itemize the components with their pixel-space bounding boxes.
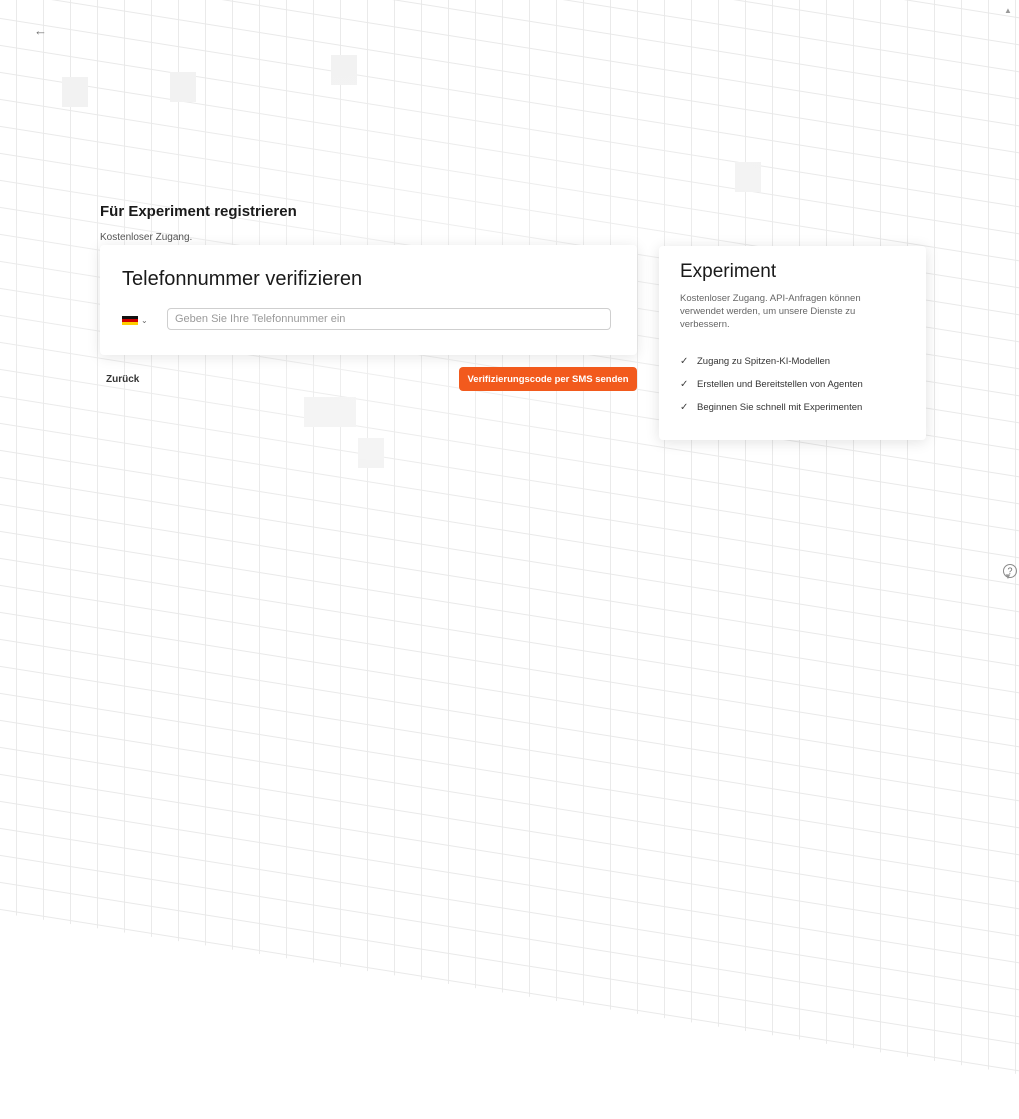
check-icon: ✓ — [680, 402, 689, 413]
info-title: Experiment — [680, 261, 777, 282]
feature-label: Zugang zu Spitzen-KI-Modellen — [697, 356, 831, 367]
feature-item: ✓ Zugang zu Spitzen-KI-Modellen — [680, 350, 863, 373]
feature-item: ✓ Erstellen und Bereitstellen von Agente… — [680, 373, 863, 396]
scroll-up-icon[interactable]: ▲ — [1003, 6, 1013, 16]
experiment-info-card: Experiment Kostenloser Zugang. API-Anfra… — [659, 246, 926, 440]
page-title: Für Experiment registrieren — [100, 203, 297, 220]
info-description: Kostenloser Zugang. API-Anfragen können … — [680, 293, 861, 330]
feature-label: Beginnen Sie schnell mit Experimenten — [697, 402, 863, 413]
phone-number-input[interactable] — [167, 308, 611, 330]
back-button[interactable]: Zurück — [106, 374, 139, 385]
chevron-down-icon: ⌄ — [141, 315, 148, 325]
feature-label: Erstellen und Bereitstellen von Agenten — [697, 379, 863, 390]
scrollbar[interactable]: ▲ ▼ — [1003, 6, 1013, 582]
back-arrow-icon[interactable]: ← — [34, 24, 48, 38]
check-icon: ✓ — [680, 356, 689, 367]
feature-list: ✓ Zugang zu Spitzen-KI-Modellen ✓ Erstel… — [680, 350, 863, 419]
page-subtitle: Kostenloser Zugang. — [100, 232, 193, 243]
phone-verification-card: Telefonnummer verifizieren ⌄ — [100, 245, 637, 355]
germany-flag-icon — [122, 315, 138, 325]
verification-title: Telefonnummer verifizieren — [122, 268, 363, 290]
country-code-select[interactable]: ⌄ — [122, 309, 156, 331]
send-sms-code-button[interactable]: Verifizierungscode per SMS senden — [459, 367, 637, 391]
help-icon[interactable]: ? — [1003, 564, 1017, 578]
feature-item: ✓ Beginnen Sie schnell mit Experimenten — [680, 396, 863, 419]
check-icon: ✓ — [680, 379, 689, 390]
